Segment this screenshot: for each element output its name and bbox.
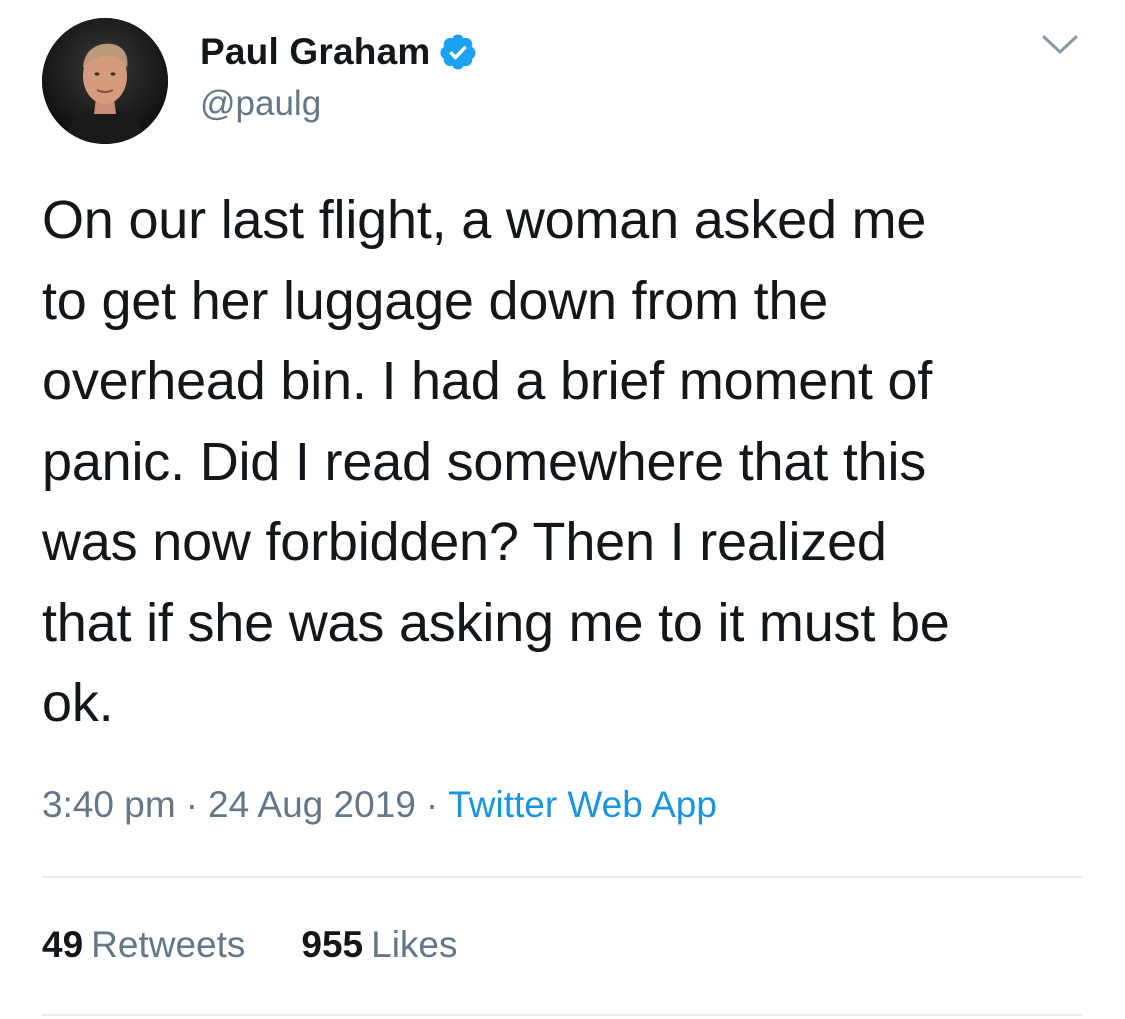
- author-handle[interactable]: @paulg: [200, 84, 321, 124]
- divider: [42, 1014, 1083, 1016]
- meta-separator: ·: [185, 784, 199, 825]
- author-name-row: Paul Graham: [200, 30, 478, 74]
- tweet-source-link[interactable]: Twitter Web App: [448, 784, 717, 826]
- likes-count: 955: [301, 924, 364, 965]
- retweets-stat[interactable]: 49 Retweets: [42, 924, 245, 966]
- tweet-meta: 3:40 pm · 24 Aug 2019 · Twitter Web App: [42, 784, 717, 826]
- retweets-count: 49: [42, 924, 84, 965]
- retweets-label: Retweets: [91, 924, 246, 965]
- tweet-stats: 49 Retweets 955 Likes: [42, 924, 458, 966]
- tweet-date[interactable]: 24 Aug 2019: [208, 784, 416, 826]
- likes-label: Likes: [371, 924, 458, 965]
- verified-badge-icon: [438, 32, 478, 72]
- tweet-card: Paul Graham @paulg On our last flight, a…: [0, 0, 1125, 1019]
- tweet-time[interactable]: 3:40 pm: [42, 784, 176, 826]
- avatar[interactable]: [42, 18, 168, 144]
- author-display-name[interactable]: Paul Graham: [200, 31, 430, 73]
- meta-separator: ·: [425, 784, 439, 825]
- tweet-text: On our last flight, a woman asked me to …: [42, 190, 950, 733]
- chevron-down-icon[interactable]: [1040, 32, 1080, 58]
- likes-stat[interactable]: 955 Likes: [301, 924, 457, 966]
- avatar-image: [42, 18, 168, 144]
- divider: [42, 876, 1083, 878]
